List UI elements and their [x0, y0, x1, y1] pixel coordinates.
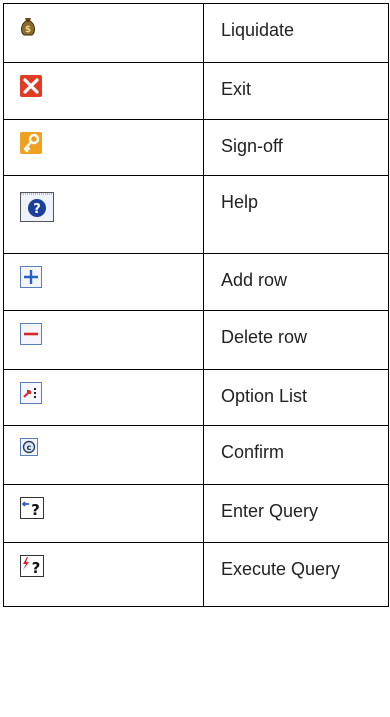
row-label: Sign-off	[221, 136, 283, 156]
row-label: Liquidate	[221, 20, 295, 40]
row-label: Add row	[221, 270, 288, 290]
table-row: Exit	[3, 62, 389, 120]
row-label: Help	[221, 192, 259, 212]
row-label: Enter Query	[221, 501, 319, 521]
table-row: Add row	[3, 253, 389, 311]
table-row: Sign-off	[3, 119, 389, 176]
plus-icon	[20, 266, 203, 288]
help-icon: ?	[20, 192, 203, 222]
table-row: $ Liquidate	[3, 3, 389, 63]
key-icon	[20, 132, 203, 154]
minus-icon	[20, 323, 203, 345]
enter-query-icon: ?	[20, 497, 203, 519]
table-row: ? Execute Query	[3, 542, 389, 607]
svg-text:c: c	[27, 443, 32, 452]
row-label: Exit	[221, 79, 252, 99]
table-row: Option List	[3, 369, 389, 426]
table-row: ? Enter Query	[3, 484, 389, 543]
option-list-icon	[20, 382, 203, 404]
svg-text:?: ?	[31, 501, 40, 519]
row-label: Confirm	[221, 442, 285, 462]
svg-text:?: ?	[33, 202, 41, 217]
row-label: Execute Query	[221, 559, 341, 579]
table-row: Delete row	[3, 310, 389, 370]
table-row: c Confirm	[3, 425, 389, 485]
svg-text:?: ?	[32, 559, 41, 577]
money-bag-icon: $	[20, 16, 203, 36]
confirm-icon: c	[20, 438, 203, 456]
row-label: Delete row	[221, 327, 308, 347]
row-label: Option List	[221, 386, 308, 406]
close-icon	[20, 75, 203, 97]
svg-text:$: $	[25, 25, 31, 35]
icon-legend-table: $ Liquidate Exit Sign-off ? Help Add row…	[3, 3, 389, 607]
table-row: ? Help	[3, 175, 389, 254]
execute-query-icon: ?	[20, 555, 203, 577]
